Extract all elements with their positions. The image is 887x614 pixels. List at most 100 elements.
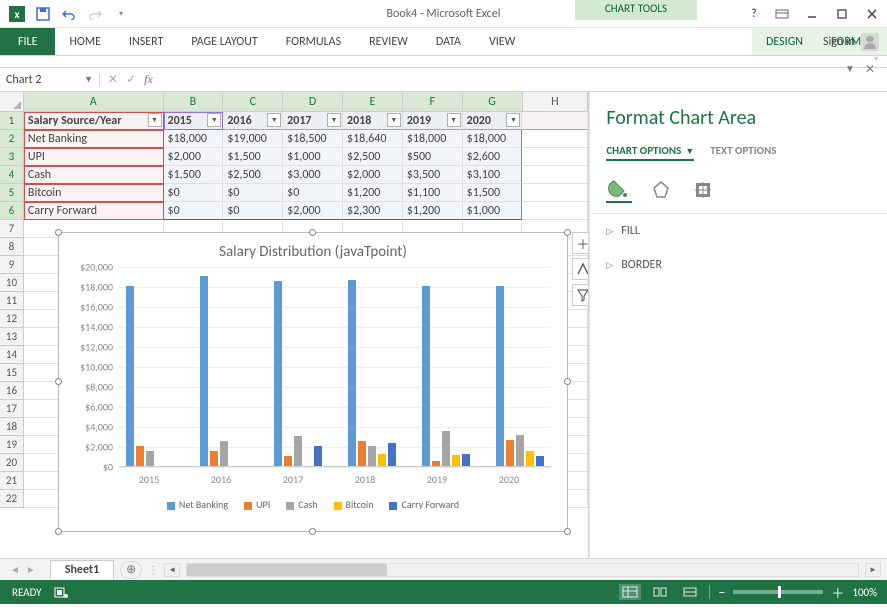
chart-bar-group[interactable]: [489, 286, 551, 466]
zoom-slider[interactable]: [733, 590, 823, 594]
chart-bar[interactable]: [432, 461, 440, 466]
row-header[interactable]: 19: [0, 436, 24, 454]
legend-item[interactable]: Cash: [286, 498, 317, 511]
cell[interactable]: $0: [223, 184, 283, 202]
undo-icon[interactable]: [58, 3, 80, 25]
row-header[interactable]: 16: [0, 382, 24, 400]
cell[interactable]: $1,500: [223, 148, 283, 166]
filter-dropdown-icon[interactable]: ▼: [387, 113, 401, 127]
filter-dropdown-icon[interactable]: ▼: [267, 113, 281, 127]
tab-review[interactable]: REVIEW: [355, 28, 422, 55]
new-sheet-button[interactable]: ⊕: [120, 561, 142, 579]
excel-icon[interactable]: x: [6, 3, 28, 25]
cell[interactable]: $2,500: [343, 148, 403, 166]
cell[interactable]: $0: [283, 184, 343, 202]
name-box[interactable]: Chart 2 ▼: [0, 73, 100, 87]
cell[interactable]: $0: [223, 202, 283, 220]
row-header[interactable]: 14: [0, 346, 24, 364]
chart-bar[interactable]: [462, 454, 470, 466]
chart-bar[interactable]: [442, 431, 450, 466]
chart-bar[interactable]: [274, 281, 282, 466]
chart-bar[interactable]: [220, 441, 228, 466]
fx-icon[interactable]: fx: [144, 72, 153, 87]
col-header-b[interactable]: B: [164, 92, 224, 111]
row-header[interactable]: 3: [0, 148, 24, 166]
spreadsheet-grid[interactable]: A B C D E F G H 1Salary Source/Year▼2015…: [0, 92, 589, 558]
col-header-c[interactable]: C: [223, 92, 283, 111]
save-icon[interactable]: [32, 3, 54, 25]
chart-bar-group[interactable]: [415, 286, 477, 466]
legend-item[interactable]: Bitcoin: [334, 498, 374, 511]
row-header[interactable]: 12: [0, 310, 24, 328]
pane-close-icon[interactable]: ✕: [865, 62, 875, 77]
hscroll-right-icon[interactable]: ►: [865, 563, 881, 577]
chart-bar[interactable]: [348, 280, 356, 466]
cell[interactable]: $500: [403, 148, 463, 166]
col-header-e[interactable]: E: [343, 92, 403, 111]
zoom-in-icon[interactable]: ＋: [831, 583, 844, 602]
chart-plot-area[interactable]: $0$2,000$4,000$6,000$8,000$10,000$12,000…: [119, 267, 551, 467]
tab-formulas[interactable]: FORMULAS: [272, 28, 355, 55]
cell[interactable]: Carry Forward: [24, 202, 164, 220]
chart-bar[interactable]: [452, 455, 460, 466]
row-header[interactable]: 4: [0, 166, 24, 184]
tab-insert[interactable]: INSERT: [115, 28, 177, 55]
cell[interactable]: [522, 166, 588, 184]
cell[interactable]: 2020▼: [463, 112, 523, 130]
sheet-prev-icon[interactable]: ◄: [10, 563, 20, 576]
chart-bar[interactable]: [516, 435, 524, 466]
filter-dropdown-icon[interactable]: ▼: [207, 113, 221, 127]
row-header[interactable]: 13: [0, 328, 24, 346]
row-header[interactable]: 5: [0, 184, 24, 202]
cell[interactable]: Bitcoin: [24, 184, 164, 202]
cell[interactable]: [522, 148, 588, 166]
macro-record-icon[interactable]: [54, 585, 68, 599]
horizontal-scrollbar[interactable]: [186, 563, 859, 577]
chart-filters-button[interactable]: [572, 284, 589, 306]
pane-tab-chart-options[interactable]: CHART OPTIONS▼: [606, 144, 694, 161]
col-header-d[interactable]: D: [283, 92, 343, 111]
legend-item[interactable]: UPI: [244, 498, 270, 511]
cell[interactable]: Salary Source/Year▼: [24, 112, 164, 130]
chart-bar[interactable]: [358, 441, 366, 466]
pane-tab-text-options[interactable]: TEXT OPTIONS: [710, 144, 776, 161]
minimize-icon[interactable]: [797, 0, 827, 28]
cell[interactable]: $1,000: [283, 148, 343, 166]
sheet-next-icon[interactable]: ►: [26, 563, 36, 576]
pane-dropdown-icon[interactable]: ▼: [845, 62, 855, 77]
cell[interactable]: $1,000: [463, 202, 523, 220]
tab-data[interactable]: DATA: [422, 28, 475, 55]
row-header[interactable]: 1: [0, 112, 24, 130]
row-header[interactable]: 9: [0, 256, 24, 274]
chart-styles-button[interactable]: [572, 258, 589, 280]
hscroll-left-icon[interactable]: ◄: [164, 563, 180, 577]
qat-customize-icon[interactable]: ▾: [110, 3, 132, 25]
cell[interactable]: 2016▼: [223, 112, 283, 130]
embedded-chart[interactable]: Salary Distribution (javaTpoint) $0$2,00…: [58, 232, 568, 532]
cell[interactable]: [522, 202, 588, 220]
ribbon-display-icon[interactable]: [767, 0, 797, 28]
filter-dropdown-icon[interactable]: ▼: [327, 113, 341, 127]
row-header[interactable]: 10: [0, 274, 24, 292]
cell[interactable]: $18,000: [403, 130, 463, 148]
effects-icon[interactable]: [648, 177, 674, 203]
zoom-level[interactable]: 100%: [852, 586, 877, 599]
legend-item[interactable]: Net Banking: [167, 498, 228, 511]
filter-dropdown-icon[interactable]: ▼: [447, 113, 461, 127]
row-header[interactable]: 20: [0, 454, 24, 472]
chart-bar[interactable]: [536, 456, 544, 466]
tab-view[interactable]: VIEW: [475, 28, 529, 55]
cell[interactable]: [522, 184, 588, 202]
cell[interactable]: $3,500: [403, 166, 463, 184]
tab-file[interactable]: FILE: [0, 28, 55, 55]
cell[interactable]: $1,500: [463, 184, 523, 202]
cell[interactable]: $1,100: [403, 184, 463, 202]
row-header[interactable]: 17: [0, 400, 24, 418]
cell[interactable]: $2,000: [164, 148, 224, 166]
cell[interactable]: [522, 130, 588, 148]
maximize-icon[interactable]: [827, 0, 857, 28]
cell[interactable]: $3,000: [283, 166, 343, 184]
cell[interactable]: [522, 112, 588, 130]
cell[interactable]: $18,000: [164, 130, 224, 148]
cell[interactable]: 2018▼: [343, 112, 403, 130]
